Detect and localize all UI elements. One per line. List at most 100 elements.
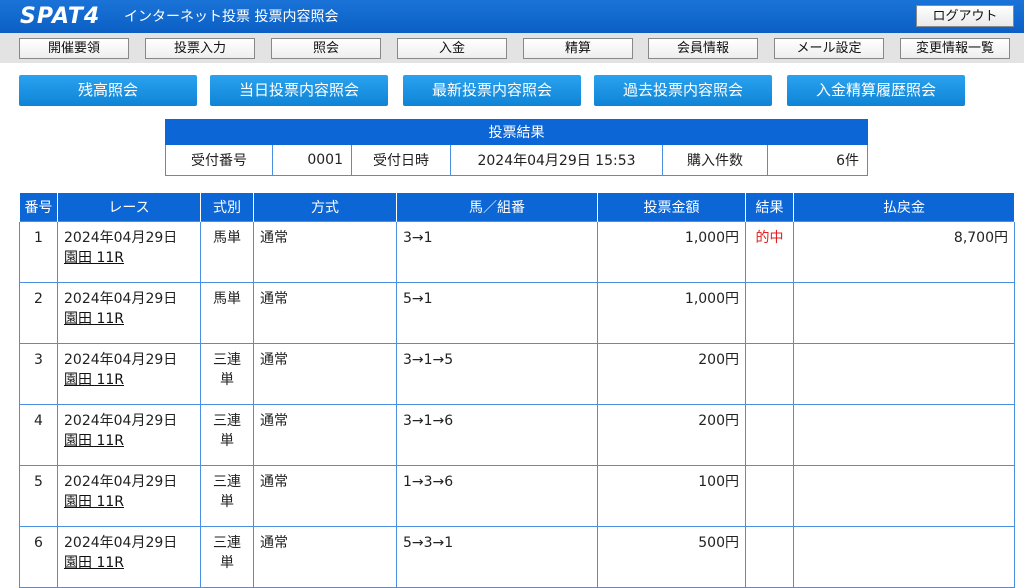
result-status bbox=[745, 282, 794, 344]
count-label: 購入件数 bbox=[662, 144, 768, 176]
payout bbox=[793, 526, 1015, 588]
race-cell: 2024年04月29日 園田 11R bbox=[57, 221, 201, 283]
nav-mail-settings-button[interactable]: メール設定 bbox=[774, 38, 884, 59]
bet-amount: 100円 bbox=[597, 465, 746, 527]
main-nav: 開催要領 投票入力 照会 入金 精算 会員情報 メール設定 変更情報一覧 bbox=[0, 33, 1024, 63]
payout bbox=[793, 465, 1015, 527]
payout: 8,700円 bbox=[793, 221, 1015, 283]
table-row: 6 2024年04月29日 園田 11R 三連単 通常 5→3→1 500円 bbox=[19, 526, 1015, 588]
bet-method: 通常 bbox=[253, 282, 397, 344]
race-date: 2024年04月29日 bbox=[64, 413, 178, 429]
table-row: 2 2024年04月29日 園田 11R 馬単 通常 5→1 1,000円 bbox=[19, 282, 1015, 344]
result-status: 的中 bbox=[745, 221, 794, 283]
race-link[interactable]: 園田 11R bbox=[64, 555, 124, 571]
col-method: 方式 bbox=[253, 193, 397, 222]
bet-type: 馬単 bbox=[200, 282, 254, 344]
payout bbox=[793, 404, 1015, 466]
bet-amount: 200円 bbox=[597, 404, 746, 466]
combination: 1→3→6 bbox=[396, 465, 598, 527]
bet-type: 馬単 bbox=[200, 221, 254, 283]
receipt-value: 0001 bbox=[272, 144, 352, 176]
latest-vote-inquiry-button[interactable]: 最新投票内容照会 bbox=[403, 75, 581, 106]
combination: 3→1→6 bbox=[396, 404, 598, 466]
app-header: SPAT4 インターネット投票 投票内容照会 ログアウト bbox=[0, 0, 1024, 33]
combination: 5→3→1 bbox=[396, 526, 598, 588]
summary-title: 投票結果 bbox=[165, 119, 868, 145]
balance-inquiry-button[interactable]: 残高照会 bbox=[19, 75, 197, 106]
race-link[interactable]: 園田 11R bbox=[64, 433, 124, 449]
nav-kaisai-button[interactable]: 開催要領 bbox=[19, 38, 129, 59]
race-date: 2024年04月29日 bbox=[64, 230, 178, 246]
past-vote-inquiry-button[interactable]: 過去投票内容照会 bbox=[594, 75, 772, 106]
row-number: 6 bbox=[19, 526, 58, 588]
bet-amount: 200円 bbox=[597, 343, 746, 405]
page-subtitle: インターネット投票 投票内容照会 bbox=[124, 9, 339, 25]
date-label: 受付日時 bbox=[351, 144, 451, 176]
combination: 5→1 bbox=[396, 282, 598, 344]
bet-type: 三連単 bbox=[200, 343, 254, 405]
race-link[interactable]: 園田 11R bbox=[64, 250, 124, 266]
payout bbox=[793, 343, 1015, 405]
results-header-row: 番号 レース 式別 方式 馬／組番 投票金額 結果 払戻金 bbox=[19, 193, 1015, 222]
race-cell: 2024年04月29日 園田 11R bbox=[57, 404, 201, 466]
row-number: 5 bbox=[19, 465, 58, 527]
nav-change-list-button[interactable]: 変更情報一覧 bbox=[900, 38, 1010, 59]
date-value: 2024年04月29日 15:53 bbox=[450, 144, 663, 176]
nav-member-info-button[interactable]: 会員情報 bbox=[648, 38, 758, 59]
race-date: 2024年04月29日 bbox=[64, 535, 178, 551]
col-combination: 馬／組番 bbox=[396, 193, 598, 222]
row-number: 2 bbox=[19, 282, 58, 344]
result-status bbox=[745, 343, 794, 405]
col-bet-type: 式別 bbox=[200, 193, 254, 222]
row-number: 4 bbox=[19, 404, 58, 466]
bet-method: 通常 bbox=[253, 526, 397, 588]
result-status bbox=[745, 465, 794, 527]
spat4-logo: SPAT4 bbox=[20, 4, 101, 29]
result-status bbox=[745, 404, 794, 466]
nav-deposit-button[interactable]: 入金 bbox=[397, 38, 507, 59]
combination: 3→1→5 bbox=[396, 343, 598, 405]
col-payout: 払戻金 bbox=[793, 193, 1015, 222]
combination: 3→1 bbox=[396, 221, 598, 283]
bet-amount: 500円 bbox=[597, 526, 746, 588]
col-amount: 投票金額 bbox=[597, 193, 746, 222]
row-number: 3 bbox=[19, 343, 58, 405]
bet-method: 通常 bbox=[253, 343, 397, 405]
table-row: 4 2024年04月29日 園田 11R 三連単 通常 3→1→6 200円 bbox=[19, 404, 1015, 466]
result-status bbox=[745, 526, 794, 588]
race-cell: 2024年04月29日 園田 11R bbox=[57, 282, 201, 344]
race-date: 2024年04月29日 bbox=[64, 352, 178, 368]
bet-method: 通常 bbox=[253, 221, 397, 283]
vote-summary-table: 投票結果 受付番号 0001 受付日時 2024年04月29日 15:53 購入… bbox=[165, 119, 868, 176]
bet-method: 通常 bbox=[253, 465, 397, 527]
nav-settlement-button[interactable]: 精算 bbox=[523, 38, 633, 59]
nav-inquiry-button[interactable]: 照会 bbox=[271, 38, 381, 59]
race-link[interactable]: 園田 11R bbox=[64, 494, 124, 510]
col-result: 結果 bbox=[745, 193, 794, 222]
today-vote-inquiry-button[interactable]: 当日投票内容照会 bbox=[210, 75, 388, 106]
race-cell: 2024年04月29日 園田 11R bbox=[57, 343, 201, 405]
row-number: 1 bbox=[19, 221, 58, 283]
bet-type: 三連単 bbox=[200, 404, 254, 466]
race-date: 2024年04月29日 bbox=[64, 291, 178, 307]
table-row: 1 2024年04月29日 園田 11R 馬単 通常 3→1 1,000円 的中 … bbox=[19, 221, 1015, 283]
bet-method: 通常 bbox=[253, 404, 397, 466]
race-cell: 2024年04月29日 園田 11R bbox=[57, 526, 201, 588]
logout-button[interactable]: ログアウト bbox=[916, 5, 1014, 27]
deposit-history-button[interactable]: 入金精算履歴照会 bbox=[787, 75, 965, 106]
nav-vote-input-button[interactable]: 投票入力 bbox=[145, 38, 255, 59]
race-link[interactable]: 園田 11R bbox=[64, 311, 124, 327]
table-row: 5 2024年04月29日 園田 11R 三連単 通常 1→3→6 100円 bbox=[19, 465, 1015, 527]
race-date: 2024年04月29日 bbox=[64, 474, 178, 490]
vote-results-table: 番号 レース 式別 方式 馬／組番 投票金額 結果 払戻金 1 2024年04月… bbox=[19, 193, 1015, 588]
bet-amount: 1,000円 bbox=[597, 221, 746, 283]
race-cell: 2024年04月29日 園田 11R bbox=[57, 465, 201, 527]
table-row: 3 2024年04月29日 園田 11R 三連単 通常 3→1→5 200円 bbox=[19, 343, 1015, 405]
bet-type: 三連単 bbox=[200, 526, 254, 588]
race-link[interactable]: 園田 11R bbox=[64, 372, 124, 388]
col-number: 番号 bbox=[19, 193, 58, 222]
bet-amount: 1,000円 bbox=[597, 282, 746, 344]
count-value: 6件 bbox=[767, 144, 868, 176]
payout bbox=[793, 282, 1015, 344]
receipt-label: 受付番号 bbox=[165, 144, 273, 176]
